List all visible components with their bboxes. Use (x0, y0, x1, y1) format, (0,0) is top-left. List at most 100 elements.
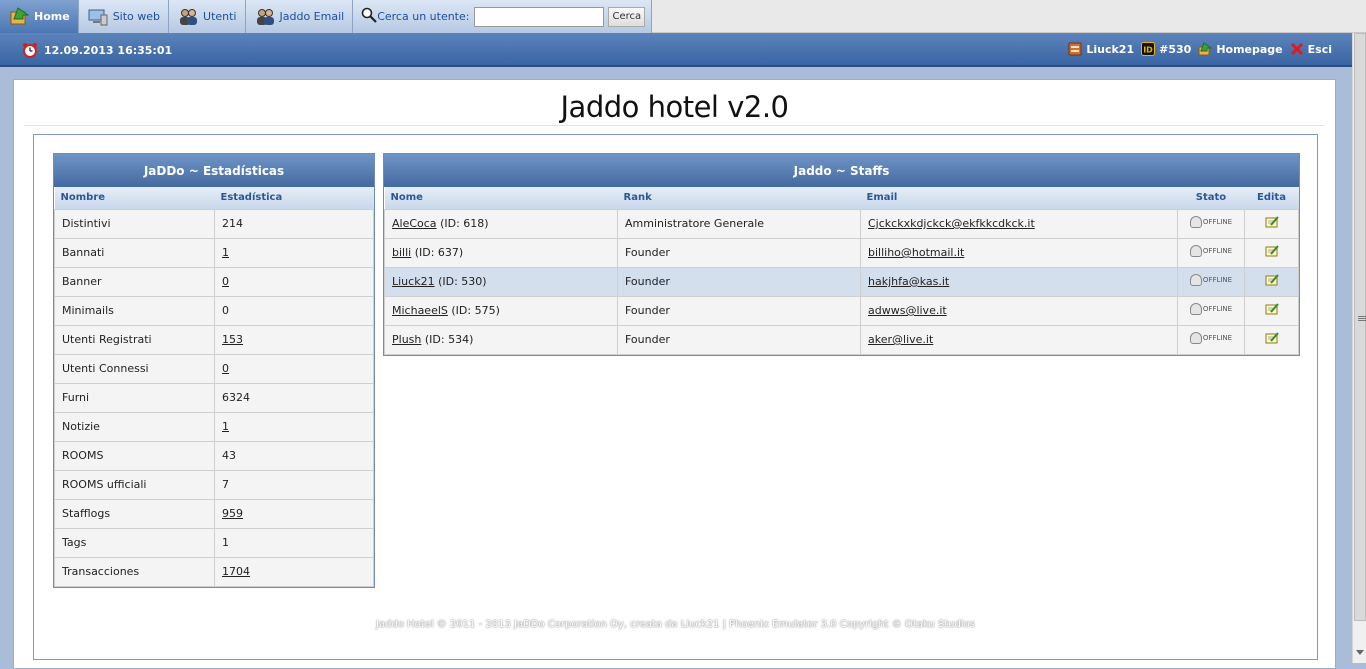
stat-value-link[interactable]: 0 (222, 362, 229, 375)
staff-row: Plush (ID: 534) Founder aker@live.it OFFLIN… (384, 324, 1299, 355)
staff-id: (ID: 530) (438, 275, 487, 288)
user-card-icon (1068, 42, 1082, 56)
search-button[interactable]: Cerca (608, 6, 646, 27)
search-input[interactable] (474, 6, 605, 27)
staff-email-cell: billiho@hotmail.it (860, 237, 1178, 268)
staff-email-link[interactable]: Cjckckxkdjckck@ekfkkcdkck.it (868, 217, 1035, 230)
stat-value-link[interactable]: 1704 (222, 565, 250, 578)
stat-name: Tags (54, 527, 215, 558)
stat-name: Distintivi (54, 208, 215, 239)
stat-value-link[interactable]: 1 (222, 246, 229, 259)
stat-value-cell: 1704 (214, 556, 374, 587)
staff-name-link[interactable]: Plush (392, 333, 421, 346)
user-profile[interactable]: Liuck21 (1068, 42, 1134, 56)
staff-name-link[interactable]: billi (392, 246, 411, 259)
offline-status-icon: OFFLINE (1189, 245, 1233, 257)
vertical-scrollbar[interactable] (1352, 33, 1366, 663)
user-id: #530 (1159, 42, 1192, 56)
staff-email-link[interactable]: adwws@live.it (868, 304, 947, 317)
status-bulb-icon (1189, 216, 1202, 228)
offline-status-icon: OFFLINE (1189, 332, 1233, 344)
tab-sito-web[interactable]: Sito web (78, 0, 170, 33)
stat-name: Minimails (54, 295, 215, 326)
staff-email-link[interactable]: hakjhfa@kas.it (868, 275, 949, 288)
top-navigation-bar: Home Sito web Utenti Jaddo Email Cerca u… (0, 0, 1366, 33)
staff-name-link[interactable]: Liuck21 (392, 275, 435, 288)
staffs-box: Jaddo ~ Staffs Nome Rank Email Stato Edi… (383, 153, 1300, 356)
magnifier-icon (361, 7, 377, 26)
stat-value-link[interactable]: 153 (222, 333, 243, 346)
stat-value-link[interactable]: 959 (222, 507, 243, 520)
status-bulb-icon (1189, 332, 1202, 344)
staff-edit-cell (1244, 324, 1299, 355)
stat-name: Banner (54, 266, 215, 297)
staff-email-link[interactable]: billiho@hotmail.it (868, 246, 964, 259)
stats-row: Minimails 0 (54, 295, 374, 326)
staff-name-cell: MichaeelS (ID: 575) (384, 295, 618, 326)
stats-row: ROOMS ufficiali 7 (54, 469, 374, 500)
staff-edit-cell (1244, 208, 1299, 239)
edit-pencil-icon[interactable] (1265, 274, 1279, 286)
status-bulb-icon (1189, 245, 1202, 257)
staffs-table: Nome Rank Email Stato Edita AleCoca (ID:… (384, 187, 1299, 355)
logout-link[interactable]: Esci (1290, 42, 1332, 56)
tab-jaddo-email-label: Jaddo Email (279, 10, 345, 23)
users-email-icon (255, 7, 275, 27)
staff-email-cell: aker@live.it (860, 324, 1178, 355)
scrollbar-thumb[interactable] (1354, 33, 1366, 621)
edit-pencil-icon[interactable] (1265, 245, 1279, 257)
offline-status-icon: OFFLINE (1189, 216, 1232, 228)
stat-value-cell: 0 (214, 353, 374, 384)
edit-pencil-icon[interactable] (1265, 303, 1279, 315)
nav-tabs: Home Sito web Utenti Jaddo Email Cerca u… (0, 0, 653, 33)
id-card-icon: ID (1141, 42, 1156, 56)
edit-pencil-icon[interactable] (1265, 216, 1279, 228)
staff-id: (ID: 575) (451, 304, 500, 317)
home-icon (9, 6, 30, 27)
tab-home[interactable]: Home (0, 0, 79, 33)
svg-text:ID: ID (1143, 46, 1153, 55)
stats-row: Tags 1 (54, 527, 374, 558)
home-arrow-icon (1198, 42, 1213, 56)
stat-value: 0 (222, 304, 229, 317)
stat-value-cell: 153 (214, 324, 374, 355)
stats-row: Furni 6324 (54, 382, 374, 413)
staff-name-link[interactable]: AleCoca (392, 217, 437, 230)
main-panel: Jaddo hotel v2.0 JaDDo ~ Estadísticas No… (13, 79, 1336, 669)
staff-rank: Founder (617, 324, 861, 355)
stats-row: ROOMS 43 (54, 440, 374, 471)
status-text: OFFLINE (1202, 247, 1233, 255)
status-text: OFFLINE (1202, 305, 1233, 313)
staff-email-cell: hakjhfa@kas.it (860, 266, 1178, 297)
staff-name-link[interactable]: MichaeelS (392, 304, 448, 317)
scroll-down-arrow-icon[interactable] (1356, 650, 1364, 655)
staff-name-cell: billi (ID: 637) (384, 237, 618, 268)
staffs-col-edit: Edita (1244, 187, 1299, 209)
stat-value-cell: 1 (214, 527, 374, 558)
stat-value-link[interactable]: 0 (222, 275, 229, 288)
staff-email-link[interactable]: aker@live.it (868, 333, 933, 346)
staff-edit-cell (1244, 266, 1299, 297)
status-text: OFFLINE (1202, 276, 1233, 284)
tab-home-label: Home (34, 10, 70, 23)
staff-row: Liuck21 (ID: 530) Founder hakjhfa@kas.it OF… (384, 266, 1299, 297)
stat-value: 7 (222, 478, 229, 491)
status-bulb-icon (1189, 303, 1202, 315)
datetime-text: 12.09.2013 16:35:01 (44, 43, 173, 57)
tab-jaddo-email[interactable]: Jaddo Email (245, 0, 354, 33)
stats-row: Distintivi 214 (54, 208, 374, 239)
stat-name: Stafflogs (54, 498, 215, 529)
stat-value-link[interactable]: 1 (222, 420, 229, 433)
staffs-title: Jaddo ~ Staffs (384, 154, 1299, 187)
edit-pencil-icon[interactable] (1265, 332, 1279, 344)
stats-row: Utenti Connessi 0 (54, 353, 374, 384)
tab-utenti[interactable]: Utenti (169, 0, 246, 33)
staff-status-cell: OFFLINE (1177, 295, 1245, 326)
status-text: OFFLINE (1202, 334, 1233, 342)
stat-value-cell: 0 (214, 266, 374, 297)
homepage-link[interactable]: Homepage (1198, 42, 1283, 56)
homepage-label: Homepage (1216, 42, 1283, 56)
staff-row: AleCoca (ID: 618) Amministratore Generale… (384, 208, 1299, 239)
staff-status-cell: OFFLINE (1177, 237, 1245, 268)
stat-value-cell: 959 (214, 498, 374, 529)
